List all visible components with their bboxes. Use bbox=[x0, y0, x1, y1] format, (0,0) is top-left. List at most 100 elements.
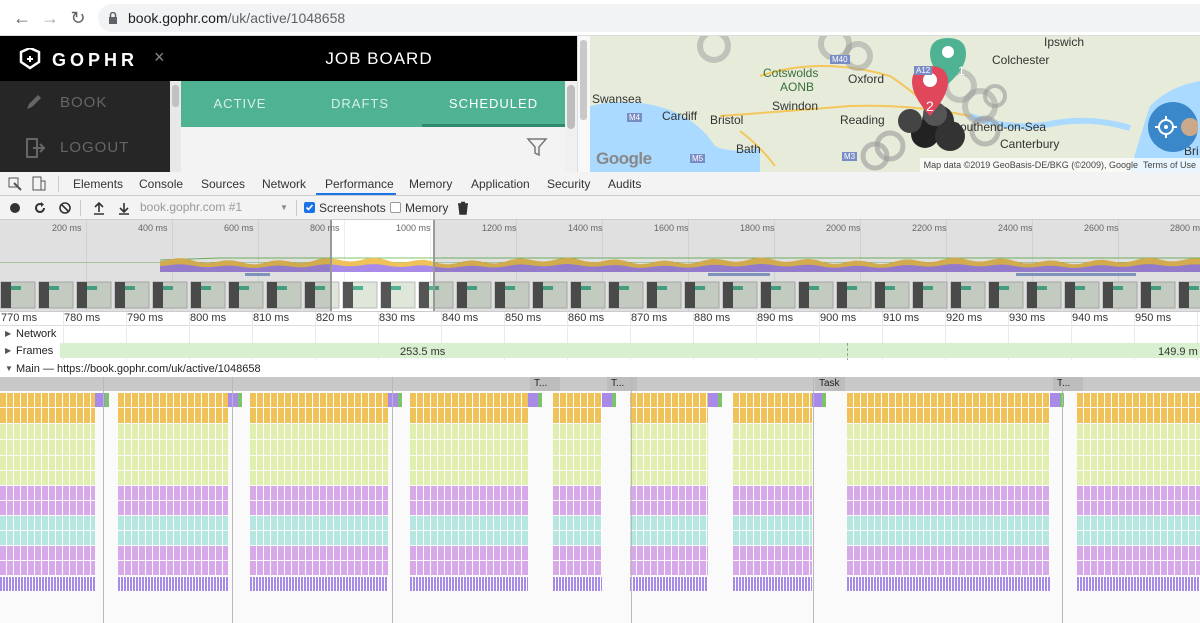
flame-segment[interactable] bbox=[0, 531, 95, 545]
flame-segment[interactable] bbox=[0, 440, 95, 455]
flame-segment[interactable] bbox=[410, 501, 528, 515]
painting-marker[interactable] bbox=[718, 393, 722, 407]
reload-icon[interactable]: ↻ bbox=[68, 8, 88, 28]
tab-performance[interactable]: Performance bbox=[325, 177, 394, 191]
flame-segment[interactable] bbox=[250, 577, 388, 591]
flame-segment[interactable] bbox=[410, 408, 528, 423]
flame-segment[interactable] bbox=[410, 561, 528, 575]
flame-segment[interactable] bbox=[118, 546, 228, 560]
flame-segment[interactable] bbox=[733, 546, 812, 560]
flame-segment[interactable] bbox=[250, 531, 388, 545]
flame-segment[interactable] bbox=[733, 408, 812, 423]
frames-track-header[interactable]: ▶ Frames bbox=[0, 342, 1200, 360]
flame-segment[interactable] bbox=[0, 561, 95, 575]
flame-segment[interactable] bbox=[1077, 561, 1200, 575]
flame-segment[interactable] bbox=[1077, 577, 1200, 591]
flame-segment[interactable] bbox=[0, 408, 95, 423]
task-block[interactable]: T... bbox=[530, 377, 560, 391]
flame-segment[interactable] bbox=[847, 393, 1050, 407]
inspect-icon[interactable] bbox=[8, 177, 22, 191]
flame-segment[interactable] bbox=[553, 440, 602, 455]
flame-segment[interactable] bbox=[250, 456, 388, 470]
flame-segment[interactable] bbox=[410, 546, 528, 560]
device-toolbar-icon[interactable] bbox=[32, 176, 46, 192]
painting-marker[interactable] bbox=[398, 393, 402, 407]
flame-segment[interactable] bbox=[553, 424, 602, 439]
tab-active[interactable]: ACTIVE bbox=[181, 81, 299, 127]
flame-segment[interactable] bbox=[630, 577, 708, 591]
flame-segment[interactable] bbox=[1077, 471, 1200, 485]
flame-segment[interactable] bbox=[553, 546, 602, 560]
flame-segment[interactable] bbox=[733, 440, 812, 455]
flame-segment[interactable] bbox=[733, 531, 812, 545]
flame-segment[interactable] bbox=[847, 516, 1050, 530]
back-arrow-icon[interactable]: ← bbox=[12, 8, 32, 28]
flame-segment[interactable] bbox=[630, 440, 708, 455]
tab-elements[interactable]: Elements bbox=[73, 177, 123, 191]
flame-segment[interactable] bbox=[733, 501, 812, 515]
tab-memory[interactable]: Memory bbox=[409, 177, 452, 191]
flame-segment[interactable] bbox=[733, 471, 812, 485]
task-block[interactable]: Task bbox=[815, 377, 845, 391]
flame-segment[interactable] bbox=[847, 424, 1050, 439]
flame-segment[interactable] bbox=[0, 393, 95, 407]
rendering-marker[interactable] bbox=[528, 393, 538, 407]
flame-segment[interactable] bbox=[250, 516, 388, 530]
flame-segment[interactable] bbox=[118, 456, 228, 470]
painting-marker[interactable] bbox=[612, 393, 616, 407]
flame-segment[interactable] bbox=[630, 561, 708, 575]
flame-segment[interactable] bbox=[847, 471, 1050, 485]
trash-icon[interactable] bbox=[456, 201, 470, 215]
flame-segment[interactable] bbox=[410, 393, 528, 407]
task-block[interactable]: T... bbox=[1053, 377, 1083, 391]
flame-segment[interactable] bbox=[118, 516, 228, 530]
map-view[interactable]: 1 2 Ipswich Colchester Cotswolds AONB Ox… bbox=[590, 36, 1200, 172]
painting-marker[interactable] bbox=[238, 393, 242, 407]
flame-segment[interactable] bbox=[733, 393, 812, 407]
flame-segment[interactable] bbox=[1077, 456, 1200, 470]
flame-segment[interactable] bbox=[847, 486, 1050, 500]
screenshots-checkbox[interactable] bbox=[304, 202, 315, 213]
flame-segment[interactable] bbox=[553, 577, 602, 591]
flame-segment[interactable] bbox=[0, 516, 95, 530]
flame-segment[interactable] bbox=[410, 456, 528, 470]
flame-segment[interactable] bbox=[553, 561, 602, 575]
flame-segment[interactable] bbox=[1077, 516, 1200, 530]
flame-segment[interactable] bbox=[553, 531, 602, 545]
flame-segment[interactable] bbox=[410, 440, 528, 455]
reload-record-icon[interactable] bbox=[33, 201, 47, 215]
flame-segment[interactable] bbox=[410, 471, 528, 485]
flame-segment[interactable] bbox=[553, 516, 602, 530]
flame-segment[interactable] bbox=[250, 440, 388, 455]
painting-marker[interactable] bbox=[822, 393, 826, 407]
flame-segment[interactable] bbox=[1077, 501, 1200, 515]
forward-arrow-icon[interactable]: → bbox=[40, 8, 60, 28]
tab-sources[interactable]: Sources bbox=[201, 177, 245, 191]
flame-segment[interactable] bbox=[1077, 440, 1200, 455]
task-block[interactable]: T... bbox=[607, 377, 637, 391]
flame-segment[interactable] bbox=[553, 486, 602, 500]
flame-segment[interactable] bbox=[847, 546, 1050, 560]
flame-segment[interactable] bbox=[118, 561, 228, 575]
flame-segment[interactable] bbox=[250, 546, 388, 560]
upload-icon[interactable] bbox=[92, 201, 106, 215]
flame-segment[interactable] bbox=[733, 516, 812, 530]
tab-console[interactable]: Console bbox=[139, 177, 183, 191]
flame-segment[interactable] bbox=[0, 577, 95, 591]
flame-segment[interactable] bbox=[250, 424, 388, 439]
flame-segment[interactable] bbox=[410, 516, 528, 530]
rendering-marker[interactable] bbox=[708, 393, 718, 407]
flame-segment[interactable] bbox=[630, 486, 708, 500]
tab-audits[interactable]: Audits bbox=[608, 177, 641, 191]
flame-segment[interactable] bbox=[250, 486, 388, 500]
terms-link[interactable]: Terms of Use bbox=[1143, 160, 1196, 170]
tab-drafts[interactable]: DRAFTS bbox=[299, 81, 421, 127]
flame-segment[interactable] bbox=[250, 501, 388, 515]
flame-segment[interactable] bbox=[733, 577, 812, 591]
record-icon[interactable] bbox=[8, 201, 22, 215]
flame-segment[interactable] bbox=[0, 486, 95, 500]
flame-segment[interactable] bbox=[0, 456, 95, 470]
flame-segment[interactable] bbox=[410, 424, 528, 439]
flame-segment[interactable] bbox=[0, 471, 95, 485]
sidebar-scrollbar[interactable] bbox=[170, 81, 181, 172]
